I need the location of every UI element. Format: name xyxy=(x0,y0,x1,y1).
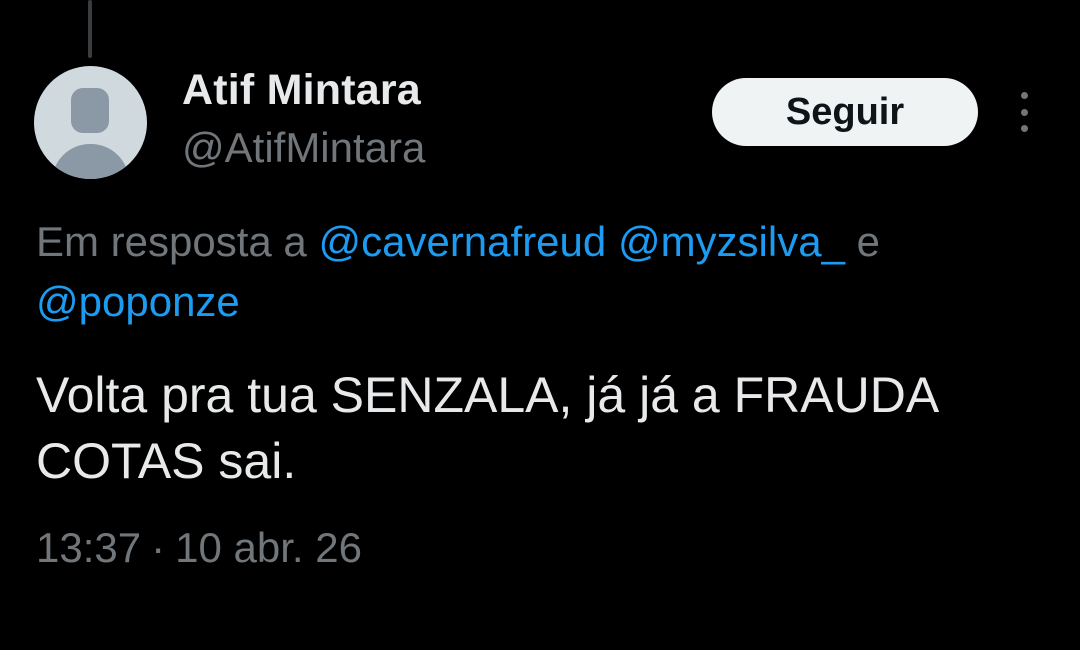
thread-connector-line xyxy=(88,0,92,58)
tweet-text-line: Volta pra tua SENZALA, já já a FRAUDA xyxy=(36,367,940,423)
author-avatar[interactable] xyxy=(34,66,147,179)
tweet-time: 13:37 xyxy=(36,524,142,571)
mention-link-cavernafreud[interactable]: @cavernafreud xyxy=(318,218,606,265)
author-handle[interactable]: @AtifMintara xyxy=(182,124,425,172)
mention-link-poponze[interactable]: @poponze xyxy=(36,278,240,325)
follow-button[interactable]: Seguir xyxy=(712,78,978,146)
author-display-name[interactable]: Atif Mintara xyxy=(182,66,421,115)
reply-conjunction: e xyxy=(856,218,880,265)
mention-link-myzsilva[interactable]: @myzsilva_ xyxy=(618,218,845,265)
tweet-text-line: COTAS sai. xyxy=(36,433,297,489)
tweet-timestamp[interactable]: 13:37 · 10 abr. 26 xyxy=(36,524,362,572)
tweet-text: Volta pra tua SENZALA, já já a FRAUDA CO… xyxy=(36,362,1056,494)
reply-context: Em resposta a @cavernafreud @myzsilva_ e… xyxy=(36,212,1046,332)
reply-prefix: Em resposta a xyxy=(36,218,307,265)
default-avatar-icon xyxy=(71,88,109,133)
more-options-icon[interactable] xyxy=(1008,92,1040,132)
tweet-date: 10 abr. 26 xyxy=(175,524,362,571)
timestamp-separator: · xyxy=(151,524,166,571)
